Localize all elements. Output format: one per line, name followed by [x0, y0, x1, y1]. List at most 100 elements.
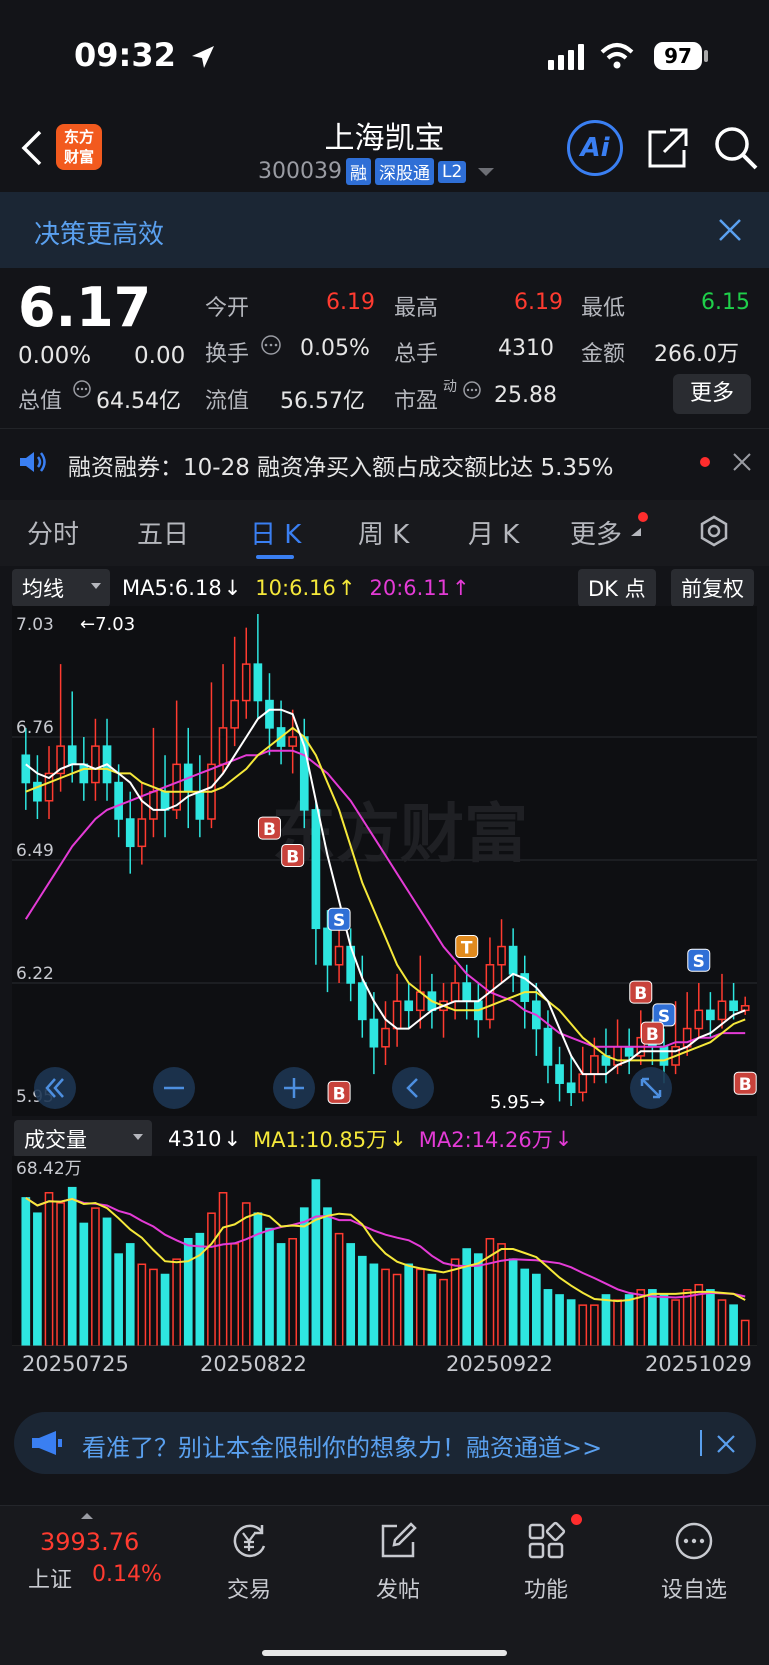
divider — [0, 428, 769, 429]
index-value[interactable]: 3993.76 — [40, 1528, 139, 1556]
tag-margin: 融 — [345, 158, 371, 185]
index-name: 上证 — [28, 1568, 73, 1593]
float-label: 流值 — [205, 389, 250, 414]
vol-max-label: 68.42万 — [16, 1159, 82, 1179]
info-dots-icon[interactable] — [72, 379, 92, 399]
divider — [700, 1430, 702, 1456]
candle-body — [265, 699, 274, 729]
candle-body — [334, 945, 344, 966]
zoom-out-button[interactable] — [152, 1066, 196, 1110]
share-icon[interactable] — [646, 126, 690, 170]
candle-body — [79, 763, 89, 784]
volume-bar — [450, 1258, 460, 1346]
volume-legend: 成交量 4310 ↓ MA1:10.85万 ↓ MA2:14.26万 ↓ — [14, 1120, 572, 1158]
date-tick: 20250922 — [446, 1352, 553, 1376]
gear-icon[interactable] — [697, 514, 731, 548]
low-marker: 5.95→ — [490, 1092, 545, 1113]
up-arrow-icon: ↑ — [452, 576, 470, 600]
stock-code-row[interactable]: 300039 融 深股通 L2 — [258, 158, 496, 185]
candle-body — [613, 1046, 622, 1066]
wifi-icon — [600, 43, 634, 69]
margin-notice-text[interactable]: 融资融券：10-28 融资净买入额占成交额比达 5.35% — [68, 448, 614, 482]
float-value: 56.57亿 — [280, 389, 365, 414]
volume-bar — [334, 1232, 344, 1346]
candle-body — [694, 1009, 704, 1030]
volume-bar — [276, 1243, 286, 1346]
battery-cap — [704, 50, 708, 62]
volume-bar — [207, 1212, 216, 1346]
tab-more[interactable]: 更多 — [570, 514, 622, 551]
candle-body — [392, 1000, 402, 1030]
tab-monthly-k[interactable]: 月 K — [468, 514, 519, 551]
scroll-left-button[interactable] — [391, 1066, 435, 1110]
dropdown-triangle-icon — [478, 167, 495, 176]
volume-bar — [125, 1243, 135, 1346]
candle-body — [450, 982, 460, 1002]
speaker-icon — [20, 452, 46, 472]
candle-body — [195, 790, 205, 820]
volume-label: 总手 — [394, 342, 439, 367]
indicator-select[interactable]: 均线 — [12, 569, 110, 607]
stock-code: 300039 — [258, 159, 342, 184]
candle-body — [149, 790, 158, 820]
volume-indicator-label: 成交量 — [24, 1128, 87, 1152]
tab-five-day[interactable]: 五日 — [137, 514, 189, 551]
fullscreen-button[interactable] — [629, 1066, 673, 1110]
adjust-price-button[interactable]: 前复权 — [671, 569, 754, 607]
location-arrow-icon — [192, 46, 214, 68]
turnover-label: 换手 — [205, 342, 250, 367]
nav-trade[interactable]: 交易 — [189, 1520, 309, 1604]
signal-label: B — [634, 984, 647, 1004]
volume-bar — [659, 1294, 669, 1346]
ma5-value: MA5:6.18 — [122, 576, 222, 600]
tab-daily-k[interactable]: 日 K — [250, 514, 301, 551]
candlestick-chart[interactable]: 东方财富 BBSBTBSBSB 7.036.766.496.225.95 ←7.… — [12, 606, 757, 1116]
dk-point-button[interactable]: DK 点 — [578, 569, 656, 607]
close-icon[interactable] — [732, 452, 752, 472]
candle-body — [497, 945, 506, 966]
nav-functions[interactable]: 功能 — [486, 1520, 606, 1604]
volume-bar — [114, 1253, 123, 1346]
volume-bar — [729, 1304, 738, 1346]
volume-indicator-select[interactable]: 成交量 — [14, 1120, 152, 1158]
caret-up-icon[interactable] — [80, 1512, 94, 1520]
ai-assistant-button[interactable]: Ai — [567, 120, 623, 176]
candle-body — [253, 663, 263, 702]
signal-label: T — [461, 939, 473, 959]
volume-chart[interactable]: 68.42万 — [12, 1156, 757, 1346]
candle-body — [357, 982, 367, 1021]
index-change: 0.14% — [92, 1562, 162, 1587]
volume-bar — [624, 1294, 634, 1346]
amount-label: 金额 — [581, 342, 626, 367]
candle-body — [369, 1018, 379, 1048]
info-dots-icon[interactable] — [260, 334, 282, 356]
close-icon[interactable] — [718, 218, 742, 242]
zoom-in-button[interactable] — [272, 1066, 316, 1110]
search-icon[interactable] — [712, 124, 760, 172]
candle-body — [578, 1073, 588, 1094]
volume-bar — [311, 1179, 321, 1346]
date-tick: 20250822 — [200, 1352, 307, 1376]
tab-intraday[interactable]: 分时 — [27, 514, 79, 551]
nav-add-watchlist[interactable]: 设自选 — [634, 1520, 754, 1604]
nav-post[interactable]: 发帖 — [338, 1520, 458, 1604]
candle-body — [218, 727, 228, 766]
high-label: 最高 — [394, 296, 439, 321]
volume-bar — [183, 1237, 193, 1346]
volume-bar — [79, 1222, 89, 1346]
volume-bar — [91, 1207, 100, 1346]
volume-bar — [717, 1299, 727, 1346]
volume-bar — [601, 1294, 611, 1346]
quote-more-button[interactable]: 更多 — [673, 374, 751, 414]
signal-label: S — [693, 952, 705, 972]
close-icon[interactable] — [716, 1434, 736, 1454]
tab-weekly-k[interactable]: 周 K — [358, 514, 409, 551]
signal-label: B — [646, 1025, 659, 1045]
chart-rewind-button[interactable] — [33, 1066, 77, 1110]
info-dots-icon[interactable] — [462, 380, 482, 400]
volume-bar — [218, 1192, 228, 1346]
date-tick: 20250725 — [22, 1352, 129, 1376]
volume-bar — [415, 1268, 425, 1346]
down-arrow-icon: ↓ — [389, 1127, 407, 1151]
unread-dot — [638, 512, 648, 522]
